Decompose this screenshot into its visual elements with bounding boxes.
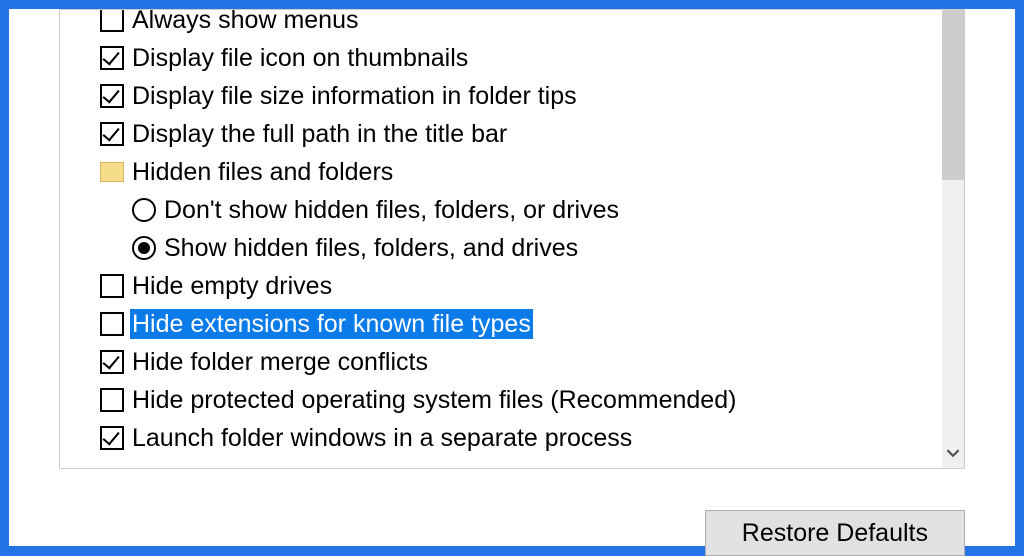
checkbox-icon[interactable]: [100, 312, 124, 336]
chevron-down-icon[interactable]: [942, 446, 964, 464]
checkbox-icon[interactable]: [100, 350, 124, 374]
option-hide-empty-drives[interactable]: Hide empty drives: [100, 267, 964, 305]
advanced-settings-list: Always show menus Display file icon on t…: [59, 9, 965, 469]
scroll-thumb[interactable]: [942, 10, 964, 180]
option-hide-merge-conflicts[interactable]: Hide folder merge conflicts: [100, 343, 964, 381]
option-label: Hide extensions for known file types: [130, 309, 533, 339]
checkbox-icon[interactable]: [100, 274, 124, 298]
option-display-file-icon[interactable]: Display file icon on thumbnails: [100, 39, 964, 77]
option-hide-protected[interactable]: Hide protected operating system files (R…: [100, 381, 964, 419]
dialog-footer: Restore Defaults: [705, 476, 965, 546]
folder-options-window: Always show menus Display file icon on t…: [9, 9, 1015, 546]
option-always-show-menus[interactable]: Always show menus: [100, 9, 964, 39]
list-content: Always show menus Display file icon on t…: [60, 9, 964, 457]
option-launch-separate[interactable]: Launch folder windows in a separate proc…: [100, 419, 964, 457]
option-label: Display file icon on thumbnails: [130, 43, 470, 73]
restore-defaults-button[interactable]: Restore Defaults: [705, 510, 965, 556]
option-label: Launch folder windows in a separate proc…: [130, 423, 634, 453]
option-label: Always show menus: [130, 9, 360, 35]
option-show-hidden[interactable]: Show hidden files, folders, and drives: [100, 229, 964, 267]
option-hide-extensions[interactable]: Hide extensions for known file types: [100, 305, 964, 343]
option-display-file-size[interactable]: Display file size information in folder …: [100, 77, 964, 115]
option-group-hidden-files: Hidden files and folders: [100, 153, 964, 191]
scrollbar[interactable]: [942, 10, 964, 468]
checkbox-icon[interactable]: [100, 46, 124, 70]
option-label: Show hidden files, folders, and drives: [162, 233, 580, 263]
option-label: Hide empty drives: [130, 271, 334, 301]
option-label: Hide protected operating system files (R…: [130, 385, 738, 415]
folder-icon: [100, 162, 124, 182]
radio-icon[interactable]: [132, 198, 156, 222]
checkbox-icon[interactable]: [100, 122, 124, 146]
checkbox-icon[interactable]: [100, 388, 124, 412]
checkbox-icon[interactable]: [100, 426, 124, 450]
option-label: Don't show hidden files, folders, or dri…: [162, 195, 621, 225]
checkbox-icon[interactable]: [100, 84, 124, 108]
option-label: Hidden files and folders: [130, 157, 395, 187]
radio-icon[interactable]: [132, 236, 156, 260]
checkbox-icon[interactable]: [100, 9, 124, 32]
option-label: Display file size information in folder …: [130, 81, 579, 111]
option-label: Display the full path in the title bar: [130, 119, 509, 149]
option-label: Hide folder merge conflicts: [130, 347, 430, 377]
option-display-full-path[interactable]: Display the full path in the title bar: [100, 115, 964, 153]
option-dont-show-hidden[interactable]: Don't show hidden files, folders, or dri…: [100, 191, 964, 229]
